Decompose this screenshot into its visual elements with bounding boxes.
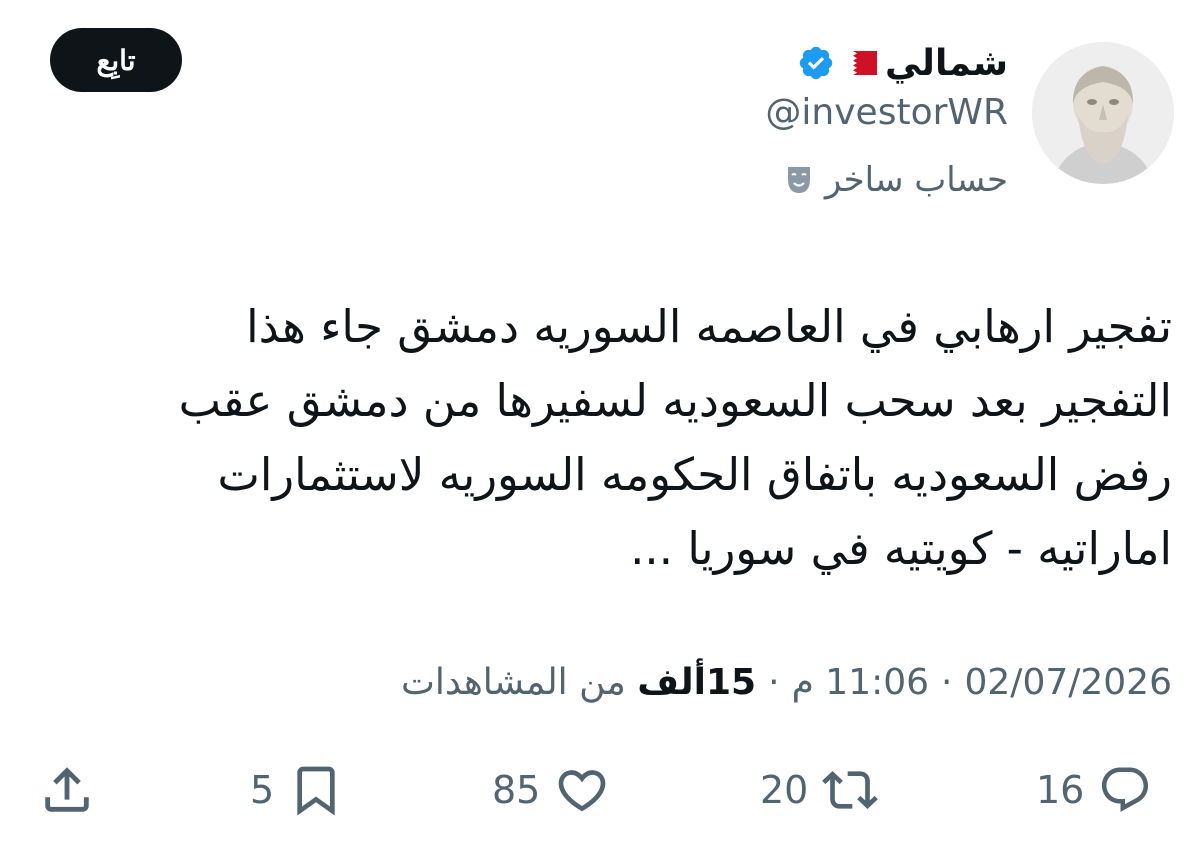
meta-separator: · (768, 662, 780, 703)
tweet-text: تفجير ارهابي في العاصمه السوريه دمشق جاء… (42, 290, 1172, 586)
tweet-time[interactable]: 11:06 م (792, 662, 929, 703)
meta-separator: · (941, 662, 953, 703)
bahrain-flag-icon (843, 51, 877, 75)
like-icon (559, 770, 606, 812)
bookmark-button[interactable]: 5 (250, 758, 344, 822)
tweet-meta: 02/07/2026 · 11:06 م · 15ألف من المشاهدا… (401, 662, 1172, 703)
verified-badge-icon[interactable] (797, 44, 835, 82)
tweet-card: شمالي @investorWR حساب ساخر تابِع تفجير … (0, 0, 1200, 853)
account-label-text: حساب ساخر (824, 160, 1008, 200)
avatar-image (1032, 42, 1174, 184)
tweet-date[interactable]: 02/07/2026 (965, 662, 1173, 703)
avatar[interactable] (1032, 42, 1174, 184)
repost-icon (822, 771, 879, 809)
display-name[interactable]: شمالي (885, 43, 1008, 84)
reply-button[interactable]: 16 (1036, 758, 1152, 822)
like-count: 85 (492, 768, 541, 812)
views-count: 15ألف (637, 662, 757, 703)
bookmark-count: 5 (250, 768, 275, 812)
repost-button[interactable]: 20 (760, 758, 879, 822)
tweet-line: التفجير بعد سحب السعوديه لسفيرها من دمشق… (178, 374, 1172, 427)
name-row: شمالي (797, 36, 1008, 90)
views[interactable]: 15ألف من المشاهدات (401, 662, 756, 703)
theater-mask-icon (787, 167, 810, 193)
tweet-line: رفض السعوديه باتفاق الحكومه السوريه لاست… (217, 448, 1172, 501)
like-button[interactable]: 85 (492, 758, 610, 822)
bookmark-icon (297, 766, 335, 816)
user-handle[interactable]: @investorWR (765, 92, 1008, 133)
account-label: حساب ساخر (785, 160, 1008, 200)
tweet-line: اماراتيه - كويتيه في سوريا ... (630, 522, 1172, 575)
action-bar: 16 20 85 5 (0, 758, 1200, 822)
follow-button[interactable]: تابِع (50, 28, 182, 92)
reply-icon (1102, 767, 1149, 812)
views-label: من المشاهدات (401, 662, 626, 703)
tweet-line: تفجير ارهابي في العاصمه السوريه دمشق جاء… (246, 300, 1172, 353)
share-icon (45, 767, 89, 812)
share-button[interactable] (38, 758, 96, 822)
repost-count: 20 (760, 768, 809, 812)
reply-count: 16 (1036, 768, 1085, 812)
